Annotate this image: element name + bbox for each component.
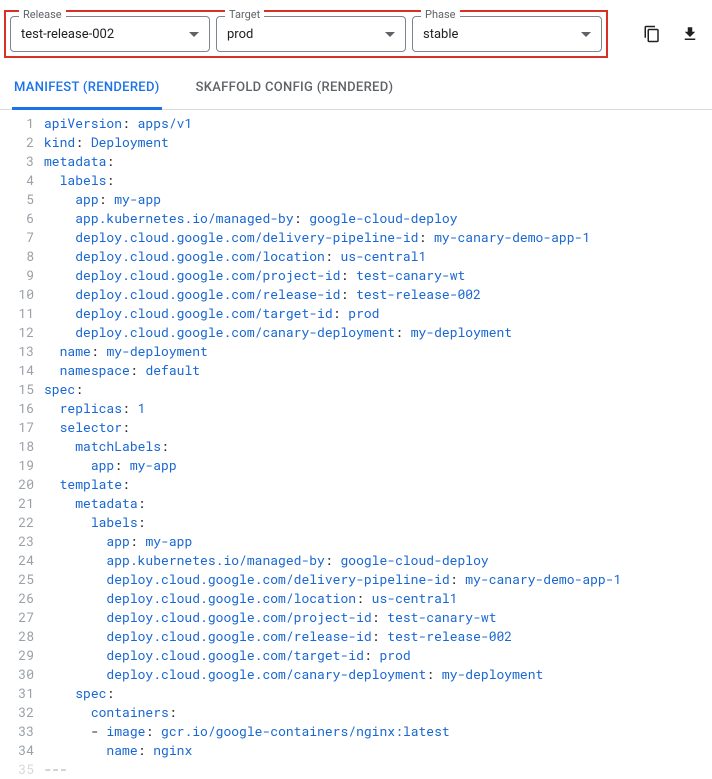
code-line: matchLabels: <box>44 437 712 456</box>
chevron-down-icon <box>581 32 591 37</box>
code-line: metadata: <box>44 494 712 513</box>
release-select[interactable]: Release test-release-002 <box>10 16 210 52</box>
phase-select-value: stable <box>423 27 581 42</box>
code-line: app: my-app <box>44 456 712 475</box>
copy-icon <box>643 25 661 43</box>
code-line: deploy.cloud.google.com/project-id: test… <box>44 266 712 285</box>
code-line: template: <box>44 475 712 494</box>
selectors-highlight: Release test-release-002 Target prod Pha… <box>4 10 608 58</box>
code-line: deploy.cloud.google.com/canary-deploymen… <box>44 665 712 684</box>
code-line: app.kubernetes.io/managed-by: google-clo… <box>44 551 712 570</box>
code-line: app: my-app <box>44 190 712 209</box>
code-line: labels: <box>44 171 712 190</box>
code-line: containers: <box>44 703 712 722</box>
code-line: spec: <box>44 684 712 703</box>
code-line: - image: gcr.io/google-containers/nginx:… <box>44 722 712 741</box>
chevron-down-icon <box>189 32 199 37</box>
phase-select[interactable]: Phase stable <box>412 16 602 52</box>
release-select-value: test-release-002 <box>21 27 189 42</box>
copy-button[interactable] <box>638 20 666 48</box>
code-line: deploy.cloud.google.com/location: us-cen… <box>44 247 712 266</box>
code-line: replicas: 1 <box>44 399 712 418</box>
target-select-label: Target <box>225 9 264 20</box>
phase-select-label: Phase <box>421 9 460 20</box>
code-line: deploy.cloud.google.com/delivery-pipelin… <box>44 228 712 247</box>
line-gutter: 1234567891011121314151617181920212223242… <box>0 114 44 779</box>
code-line: deploy.cloud.google.com/release-id: test… <box>44 627 712 646</box>
code-line: deploy.cloud.google.com/release-id: test… <box>44 285 712 304</box>
code-line: selector: <box>44 418 712 437</box>
target-select-value: prod <box>227 27 385 42</box>
code-line: metadata: <box>44 152 712 171</box>
code-content[interactable]: apiVersion: apps/v1kind: Deploymentmetad… <box>44 114 712 779</box>
target-select[interactable]: Target prod <box>216 16 406 52</box>
top-bar: Release test-release-002 Target prod Pha… <box>0 0 712 68</box>
code-line: name: nginx <box>44 741 712 760</box>
code-line: kind: Deployment <box>44 133 712 152</box>
release-select-label: Release <box>19 9 66 20</box>
code-line: namespace: default <box>44 361 712 380</box>
tabs: MANIFEST (RENDERED) SKAFFOLD CONFIG (REN… <box>0 68 712 110</box>
code-line: deploy.cloud.google.com/target-id: prod <box>44 304 712 323</box>
chevron-down-icon <box>385 32 395 37</box>
tab-manifest[interactable]: MANIFEST (RENDERED) <box>12 68 162 110</box>
code-line: deploy.cloud.google.com/target-id: prod <box>44 646 712 665</box>
code-line: deploy.cloud.google.com/project-id: test… <box>44 608 712 627</box>
code-line: app.kubernetes.io/managed-by: google-clo… <box>44 209 712 228</box>
download-icon <box>681 25 699 43</box>
action-icons <box>638 20 704 48</box>
download-button[interactable] <box>676 20 704 48</box>
code-line: spec: <box>44 380 712 399</box>
code-line: labels: <box>44 513 712 532</box>
code-line: deploy.cloud.google.com/location: us-cen… <box>44 589 712 608</box>
code-line: name: my-deployment <box>44 342 712 361</box>
code-line: deploy.cloud.google.com/delivery-pipelin… <box>44 570 712 589</box>
code-line: deploy.cloud.google.com/canary-deploymen… <box>44 323 712 342</box>
code-line: app: my-app <box>44 532 712 551</box>
code-area: 1234567891011121314151617181920212223242… <box>0 110 712 779</box>
code-line: apiVersion: apps/v1 <box>44 114 712 133</box>
tab-skaffold[interactable]: SKAFFOLD CONFIG (RENDERED) <box>194 68 396 110</box>
